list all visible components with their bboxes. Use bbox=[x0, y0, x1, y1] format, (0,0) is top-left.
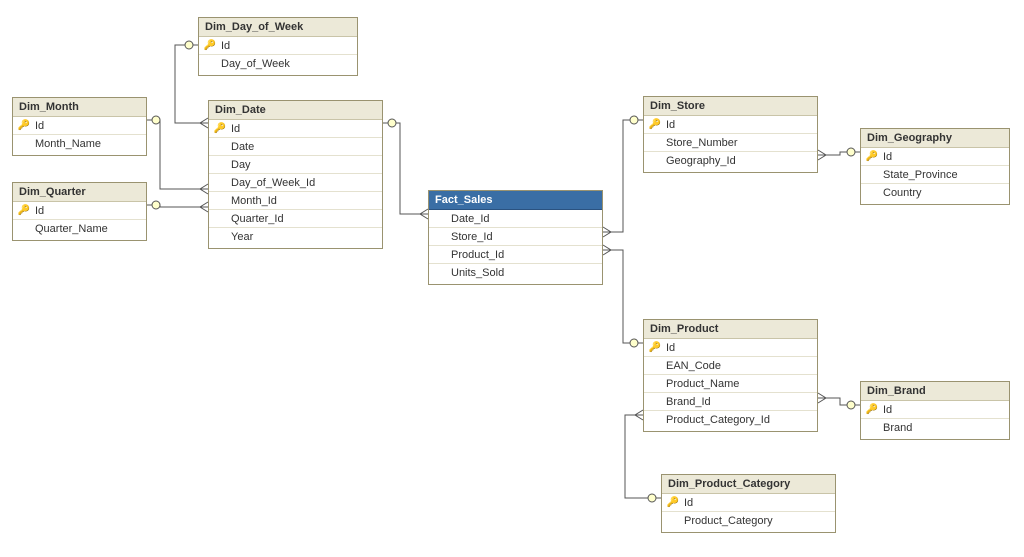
column-row: Quarter_Name bbox=[13, 220, 146, 238]
key-icon: 🔑 bbox=[865, 151, 879, 162]
table-title: Dim_Quarter bbox=[13, 183, 146, 202]
key-icon: 🔑 bbox=[648, 342, 662, 353]
table-title: Dim_Product_Category bbox=[662, 475, 835, 494]
column-name: Id bbox=[662, 342, 675, 354]
table-dim-brand[interactable]: Dim_Brand 🔑Id Brand bbox=[860, 381, 1010, 440]
column-row: 🔑Id bbox=[209, 120, 382, 138]
column-name: EAN_Code bbox=[662, 360, 721, 372]
column-row: Product_Category_Id bbox=[644, 411, 817, 429]
key-icon: 🔑 bbox=[666, 497, 680, 508]
column-name: Brand_Id bbox=[662, 396, 711, 408]
column-row: Date_Id bbox=[429, 210, 602, 228]
column-row: Year bbox=[209, 228, 382, 246]
column-name: Month_Name bbox=[31, 138, 101, 150]
column-row: Date bbox=[209, 138, 382, 156]
column-row: Product_Category bbox=[662, 512, 835, 530]
table-title: Dim_Date bbox=[209, 101, 382, 120]
column-row: 🔑Id bbox=[644, 116, 817, 134]
column-row: Day_of_Week bbox=[199, 55, 357, 73]
column-row: Product_Name bbox=[644, 375, 817, 393]
column-row: 🔑Id bbox=[13, 117, 146, 135]
table-dim-month[interactable]: Dim_Month 🔑Id Month_Name bbox=[12, 97, 147, 156]
column-row: EAN_Code bbox=[644, 357, 817, 375]
column-row: Store_Number bbox=[644, 134, 817, 152]
column-row: Units_Sold bbox=[429, 264, 602, 282]
column-name: Store_Number bbox=[662, 137, 738, 149]
column-name: Quarter_Id bbox=[227, 213, 284, 225]
column-name: Year bbox=[227, 231, 253, 243]
table-dim-product[interactable]: Dim_Product 🔑Id EAN_Code Product_Name Br… bbox=[643, 319, 818, 432]
column-name: Brand bbox=[879, 422, 912, 434]
column-name: Product_Category bbox=[680, 515, 773, 527]
table-dim-quarter[interactable]: Dim_Quarter 🔑Id Quarter_Name bbox=[12, 182, 147, 241]
column-row: Product_Id bbox=[429, 246, 602, 264]
column-row: Quarter_Id bbox=[209, 210, 382, 228]
table-dim-day-of-week[interactable]: Dim_Day_of_Week 🔑Id Day_of_Week bbox=[198, 17, 358, 76]
table-dim-store[interactable]: Dim_Store 🔑Id Store_Number Geography_Id bbox=[643, 96, 818, 173]
column-row: Month_Id bbox=[209, 192, 382, 210]
column-name: Id bbox=[662, 119, 675, 131]
column-row: Brand bbox=[861, 419, 1009, 437]
table-title: Dim_Month bbox=[13, 98, 146, 117]
column-row: Country bbox=[861, 184, 1009, 202]
column-name: Day bbox=[227, 159, 251, 171]
column-name: Id bbox=[680, 497, 693, 509]
column-name: Day_of_Week bbox=[217, 58, 290, 70]
column-row: Month_Name bbox=[13, 135, 146, 153]
column-row: Day bbox=[209, 156, 382, 174]
key-icon: 🔑 bbox=[865, 404, 879, 415]
column-name: Date_Id bbox=[447, 213, 490, 225]
table-fact-sales[interactable]: Fact_Sales Date_Id Store_Id Product_Id U… bbox=[428, 190, 603, 285]
column-name: Store_Id bbox=[447, 231, 493, 243]
column-name: Country bbox=[879, 187, 922, 199]
column-name: Product_Category_Id bbox=[662, 414, 770, 426]
table-dim-date[interactable]: Dim_Date 🔑Id Date Day Day_of_Week_Id Mon… bbox=[208, 100, 383, 249]
column-row: 🔑Id bbox=[662, 494, 835, 512]
column-row: 🔑Id bbox=[861, 148, 1009, 166]
column-name: Id bbox=[217, 40, 230, 52]
column-name: Product_Name bbox=[662, 378, 739, 390]
table-title: Dim_Product bbox=[644, 320, 817, 339]
column-name: Day_of_Week_Id bbox=[227, 177, 315, 189]
table-title: Dim_Day_of_Week bbox=[199, 18, 357, 37]
column-name: Date bbox=[227, 141, 254, 153]
column-row: 🔑Id bbox=[861, 401, 1009, 419]
column-row: 🔑Id bbox=[644, 339, 817, 357]
key-icon: 🔑 bbox=[203, 40, 217, 51]
column-name: Id bbox=[879, 404, 892, 416]
key-icon: 🔑 bbox=[648, 119, 662, 130]
table-dim-product-category[interactable]: Dim_Product_Category 🔑Id Product_Categor… bbox=[661, 474, 836, 533]
column-row: 🔑Id bbox=[199, 37, 357, 55]
column-name: Id bbox=[31, 205, 44, 217]
column-name: Id bbox=[31, 120, 44, 132]
key-icon: 🔑 bbox=[17, 205, 31, 216]
column-name: State_Province bbox=[879, 169, 958, 181]
column-row: Brand_Id bbox=[644, 393, 817, 411]
column-row: Day_of_Week_Id bbox=[209, 174, 382, 192]
table-title: Dim_Store bbox=[644, 97, 817, 116]
table-dim-geography[interactable]: Dim_Geography 🔑Id State_Province Country bbox=[860, 128, 1010, 205]
column-name: Month_Id bbox=[227, 195, 277, 207]
column-name: Product_Id bbox=[447, 249, 504, 261]
table-title: Fact_Sales bbox=[429, 191, 602, 210]
table-title: Dim_Geography bbox=[861, 129, 1009, 148]
column-name: Quarter_Name bbox=[31, 223, 108, 235]
column-row: 🔑Id bbox=[13, 202, 146, 220]
key-icon: 🔑 bbox=[213, 123, 227, 134]
table-title: Dim_Brand bbox=[861, 382, 1009, 401]
key-icon: 🔑 bbox=[17, 120, 31, 131]
column-row: Store_Id bbox=[429, 228, 602, 246]
column-name: Geography_Id bbox=[662, 155, 736, 167]
column-name: Id bbox=[227, 123, 240, 135]
column-name: Units_Sold bbox=[447, 267, 504, 279]
column-row: Geography_Id bbox=[644, 152, 817, 170]
column-row: State_Province bbox=[861, 166, 1009, 184]
column-name: Id bbox=[879, 151, 892, 163]
